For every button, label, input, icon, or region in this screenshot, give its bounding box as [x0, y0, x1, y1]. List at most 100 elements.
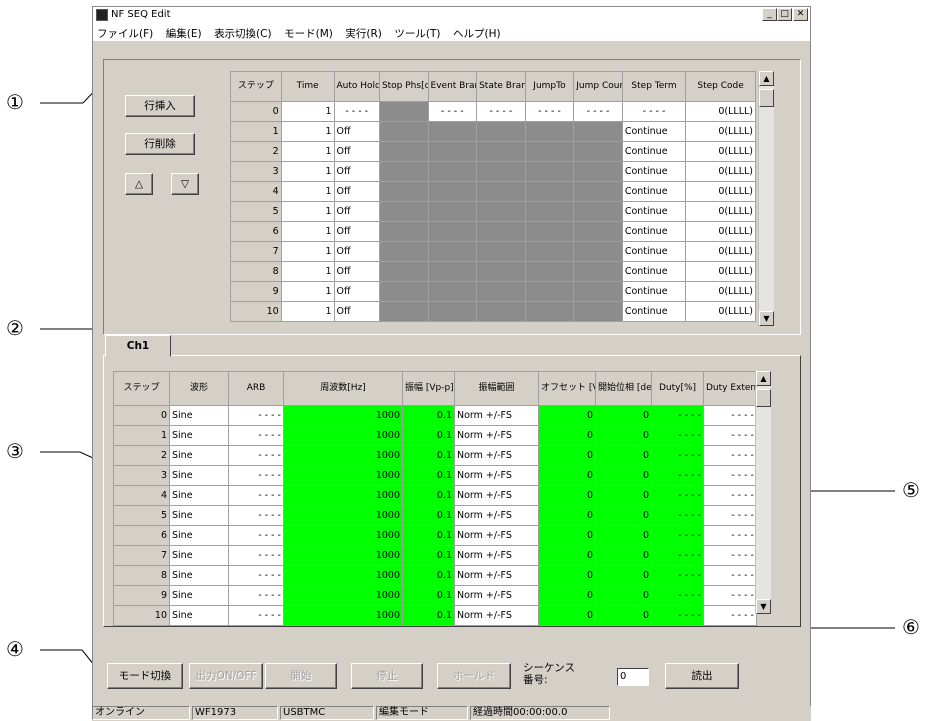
table-cell[interactable]: 0.1 [402, 485, 455, 506]
table-cell[interactable] [476, 181, 526, 202]
table-cell[interactable]: - - - - [621, 101, 687, 122]
step-table-header[interactable]: JumpTo [524, 71, 575, 102]
close-button[interactable]: ✕ [793, 8, 808, 21]
table-cell[interactable]: - - - - [228, 445, 284, 466]
table-cell[interactable]: 0 [595, 405, 652, 426]
table-cell[interactable]: 1 [280, 221, 335, 242]
table-cell[interactable]: 0 [595, 545, 652, 566]
table-cell[interactable]: 0.1 [402, 545, 455, 566]
table-cell[interactable]: - - - - [651, 505, 704, 526]
table-cell[interactable]: 0 [595, 465, 652, 486]
table-cell[interactable]: Norm +/-FS [454, 605, 539, 626]
channel-table-header[interactable]: ARB [228, 371, 284, 406]
step-table-header[interactable]: Stop Phs[deg] [378, 71, 429, 102]
table-row[interactable]: 6 1 Off Continue 0(LLLL) [230, 221, 756, 242]
table-cell[interactable]: Off [333, 241, 380, 262]
table-cell[interactable]: 0 [538, 405, 596, 426]
table-cell[interactable]: Continue [621, 221, 687, 242]
scroll-up-arrow-icon[interactable]: ▲ [759, 71, 774, 86]
table-cell[interactable] [476, 121, 526, 142]
table-cell[interactable] [378, 141, 429, 162]
table-cell[interactable]: Sine [169, 585, 229, 606]
table-row[interactable]: 2 Sine - - - -1000 0.1 Norm +/-FS 0 0- - - -- … [113, 445, 757, 466]
scroll-down-arrow-icon[interactable]: ▼ [759, 311, 774, 326]
table-cell[interactable]: 0 [595, 565, 652, 586]
table-cell[interactable]: 0(LLLL) [685, 261, 756, 282]
table-cell[interactable]: Norm +/-FS [454, 445, 539, 466]
maximize-button[interactable]: □ [777, 8, 792, 21]
table-cell[interactable]: 1000 [283, 585, 403, 606]
table-cell[interactable]: Off [333, 121, 380, 142]
table-cell[interactable] [378, 241, 429, 262]
table-cell[interactable]: Sine [169, 505, 229, 526]
table-cell[interactable]: Norm +/-FS [454, 505, 539, 526]
table-cell[interactable] [573, 181, 623, 202]
table-cell[interactable]: 1000 [283, 425, 403, 446]
delete-row-button[interactable]: 行削除 [125, 133, 195, 155]
step-table-header[interactable]: State Branch [476, 71, 526, 102]
table-row[interactable]: 10 Sine - - - -1000 0.1 Norm +/-FS 0 0- - - --… [113, 605, 757, 626]
table-cell[interactable]: Norm +/-FS [454, 425, 539, 446]
table-row[interactable]: 1 Sine - - - -1000 0.1 Norm +/-FS 0 0- - - -- … [113, 425, 757, 446]
table-cell[interactable]: 0.1 [402, 565, 455, 586]
table-cell[interactable]: Norm +/-FS [454, 485, 539, 506]
table-cell[interactable] [573, 121, 623, 142]
table-row[interactable]: 4 1 Off Continue 0(LLLL) [230, 181, 756, 202]
table-cell[interactable]: - - - - [333, 101, 380, 122]
table-cell[interactable]: Norm +/-FS [454, 465, 539, 486]
table-cell[interactable]: Continue [621, 121, 687, 142]
table-cell[interactable] [476, 241, 526, 262]
table-cell[interactable]: 1000 [283, 605, 403, 626]
hold-button[interactable]: ホールド [437, 663, 511, 689]
table-cell[interactable] [427, 121, 478, 142]
table-cell[interactable]: 0(LLLL) [685, 221, 756, 242]
table-cell[interactable]: 0.1 [402, 445, 455, 466]
table-cell[interactable]: 1 [280, 161, 335, 182]
insert-row-button[interactable]: 行挿入 [125, 95, 195, 117]
minimize-button[interactable]: _ [762, 8, 777, 21]
table-cell[interactable]: - - - - [228, 585, 284, 606]
channel-table-header[interactable]: 開始位相 [deg] [595, 371, 652, 406]
table-cell[interactable]: - - - - [651, 545, 704, 566]
table-cell[interactable]: Off [333, 141, 380, 162]
table-cell[interactable]: - - - - [228, 565, 284, 586]
table-cell[interactable]: - - - - [703, 565, 757, 586]
start-button[interactable]: 開始 [265, 663, 337, 689]
move-up-button[interactable]: △ [125, 173, 153, 195]
table-cell[interactable]: 0 [538, 485, 596, 506]
menu-tools[interactable]: ツール(T) [390, 24, 445, 41]
table-cell[interactable]: 0.1 [402, 525, 455, 546]
menu-help[interactable]: ヘルプ(H) [449, 24, 506, 41]
table-cell[interactable] [573, 201, 623, 222]
table-cell[interactable]: 0 [538, 445, 596, 466]
table-cell[interactable]: Sine [169, 485, 229, 506]
table-cell[interactable]: Continue [621, 301, 687, 322]
table-cell[interactable]: 0 [595, 425, 652, 446]
table-cell[interactable] [427, 161, 478, 182]
table-cell[interactable]: Continue [621, 281, 687, 302]
step-table[interactable]: ステップTimeAuto HoldStop Phs[deg]Event Bran… [230, 71, 756, 322]
table-cell[interactable]: Continue [621, 241, 687, 262]
table-cell[interactable]: Off [333, 181, 380, 202]
table-cell[interactable] [427, 301, 478, 322]
channel-table-header[interactable]: 波形 [169, 371, 229, 406]
table-cell[interactable] [524, 301, 575, 322]
table-row[interactable]: 3 1 Off Continue 0(LLLL) [230, 161, 756, 182]
table-cell[interactable]: 0.1 [402, 585, 455, 606]
table-cell[interactable] [427, 281, 478, 302]
table-cell[interactable]: Sine [169, 545, 229, 566]
step-table-header[interactable]: Step Code [685, 71, 756, 102]
table-cell[interactable]: - - - - [651, 465, 704, 486]
table-cell[interactable]: Norm +/-FS [454, 565, 539, 586]
table-cell[interactable]: 0(LLLL) [685, 301, 756, 322]
table-cell[interactable] [524, 121, 575, 142]
table-cell[interactable] [476, 201, 526, 222]
table-cell[interactable]: 0(LLLL) [685, 201, 756, 222]
mode-switch-button[interactable]: モード切換 [107, 663, 183, 689]
table-cell[interactable] [427, 181, 478, 202]
table-cell[interactable]: 0(LLLL) [685, 141, 756, 162]
table-cell[interactable]: 1 [280, 141, 335, 162]
table-cell[interactable]: 0.1 [402, 425, 455, 446]
table-cell[interactable] [378, 161, 429, 182]
table-cell[interactable]: - - - - [651, 425, 704, 446]
